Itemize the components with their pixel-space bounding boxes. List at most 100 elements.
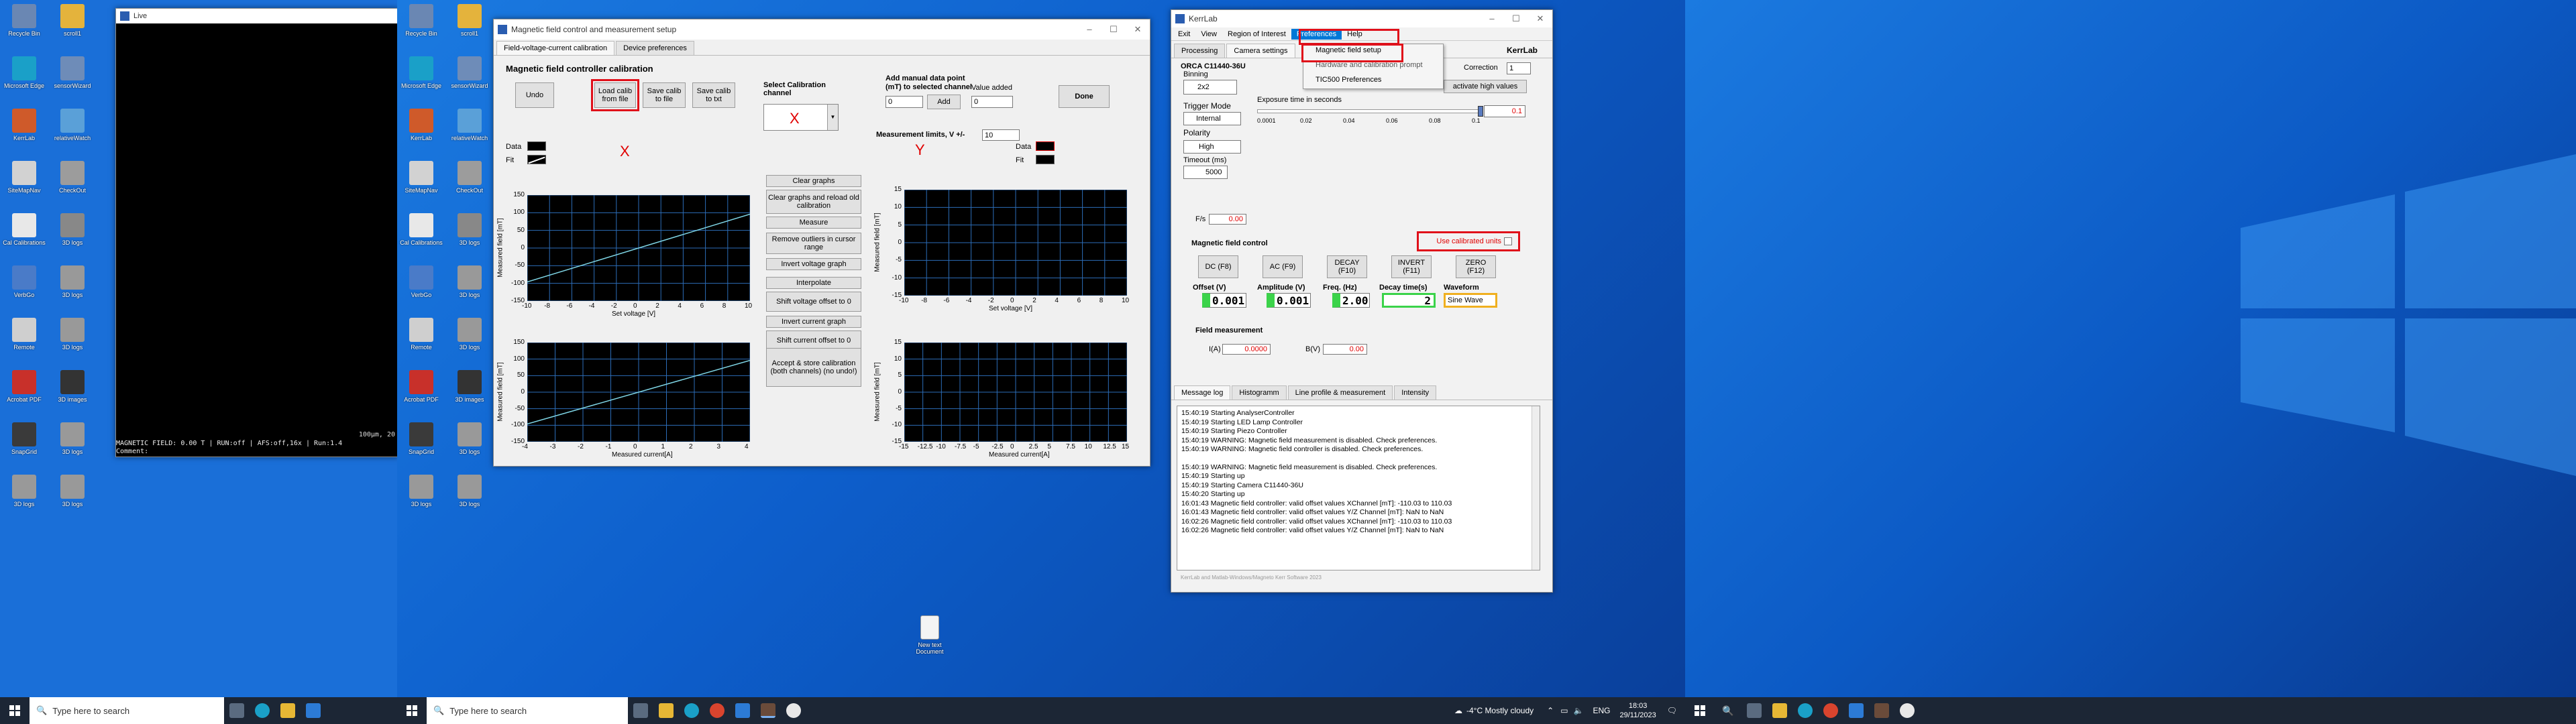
plot-yv[interactable]: [904, 190, 1127, 296]
exposure-slider[interactable]: [1257, 106, 1483, 117]
log-scrollbar[interactable]: [1532, 406, 1540, 570]
plot-yc[interactable]: [904, 343, 1127, 442]
calib-action-button[interactable]: Accept & store calibration (both channel…: [766, 348, 861, 387]
field-mode-button[interactable]: AC (F9): [1263, 255, 1303, 278]
desktop-icon[interactable]: sensorWizard: [448, 56, 491, 89]
calibration-window[interactable]: Magnetic field control and measurement s…: [493, 19, 1150, 467]
desktop-icon[interactable]: Acrobat PDF: [400, 370, 443, 403]
tab-calibration[interactable]: Field-voltage-current calibration: [496, 41, 615, 55]
menu-view[interactable]: View: [1195, 29, 1222, 40]
tab-camera-settings[interactable]: Camera settings: [1226, 44, 1295, 58]
tray-chevron-icon[interactable]: ⌃: [1547, 706, 1554, 715]
desktop-icon[interactable]: Recycle Bin: [3, 4, 46, 37]
desktop-icon[interactable]: KerrLab: [400, 109, 443, 141]
polarity-select[interactable]: High: [1183, 140, 1241, 154]
desktop-icon[interactable]: scroll1: [448, 4, 491, 37]
tab-line-profile[interactable]: Line profile & measurement: [1287, 385, 1393, 400]
tab-processing[interactable]: Processing: [1174, 44, 1226, 58]
search-box[interactable]: 🔍 Type here to search: [30, 697, 224, 724]
tab-device-preferences[interactable]: Device preferences: [616, 41, 694, 55]
volume-icon[interactable]: 🔈: [1574, 706, 1584, 715]
amplitude-input[interactable]: 0.001: [1267, 293, 1311, 308]
desktop-icon[interactable]: relativeWatch: [51, 109, 94, 141]
correction-input[interactable]: 1: [1507, 62, 1531, 74]
exposure-slider-handle[interactable]: [1478, 106, 1483, 117]
maximize-icon[interactable]: ☐: [1102, 24, 1126, 35]
file-explorer-icon[interactable]: [1772, 703, 1787, 718]
add-button[interactable]: Add: [927, 95, 961, 109]
edge-icon[interactable]: [684, 703, 699, 718]
mail-icon[interactable]: [1849, 703, 1864, 718]
start-button[interactable]: [397, 697, 427, 724]
calib-action-button[interactable]: Invert current graph: [766, 316, 861, 328]
tab-intensity[interactable]: Intensity: [1394, 385, 1437, 400]
chrome-icon[interactable]: [1823, 703, 1838, 718]
done-button[interactable]: Done: [1059, 85, 1110, 108]
undo-button[interactable]: Undo: [515, 82, 554, 108]
kerrlab-task-icon[interactable]: [761, 703, 775, 718]
weather-text[interactable]: -4°C Mostly cloudy: [1466, 706, 1534, 715]
measurement-limits-input[interactable]: 10: [982, 129, 1020, 141]
desktop-icon[interactable]: Microsoft Edge: [400, 56, 443, 89]
calib-action-button[interactable]: Invert voltage graph: [766, 258, 861, 270]
labview-task-icon[interactable]: [1900, 703, 1915, 718]
desktop-icon[interactable]: Recycle Bin: [400, 4, 443, 37]
desktop-icon[interactable]: 3D logs: [51, 422, 94, 455]
mail-icon[interactable]: [735, 703, 750, 718]
activate-high-button[interactable]: activate high values: [1444, 80, 1527, 93]
desktop-icon[interactable]: KerrLab: [3, 109, 46, 141]
calib-action-button[interactable]: Measure: [766, 217, 861, 229]
desktop-icon[interactable]: VerbGo: [3, 265, 46, 298]
desktop-icon[interactable]: Cal Calibrations: [400, 213, 443, 246]
calib-action-button[interactable]: Remove outliers in cursor range: [766, 233, 861, 254]
close-icon[interactable]: ✕: [1126, 24, 1150, 35]
desktop-icon[interactable]: 3D logs: [51, 318, 94, 351]
calib-action-button[interactable]: Clear graphs: [766, 175, 861, 187]
notification-icon[interactable]: 🗨: [1667, 706, 1677, 715]
dropdown-tic500[interactable]: TIC500 Preferences: [1303, 74, 1443, 88]
minimize-icon[interactable]: –: [1077, 24, 1102, 35]
desktop-icon[interactable]: 3D images: [448, 370, 491, 403]
desktop-icon[interactable]: SiteMapNav: [3, 161, 46, 194]
save-calib-txt-button[interactable]: Save calib to txt: [692, 82, 735, 108]
calib-action-button[interactable]: Interpolate: [766, 277, 861, 289]
chrome-icon[interactable]: [710, 703, 724, 718]
desktop-icon[interactable]: Remote: [400, 318, 443, 351]
menu-roi[interactable]: Region of Interest: [1222, 29, 1291, 40]
file-explorer-icon[interactable]: [280, 703, 295, 718]
desktop-icon[interactable]: 3D logs: [448, 422, 491, 455]
field-mode-button[interactable]: ZERO (F12): [1456, 255, 1496, 278]
desktop-icon[interactable]: scroll1: [51, 4, 94, 37]
desktop-icon[interactable]: 3D logs: [3, 475, 46, 507]
desktop-icon[interactable]: 3D images: [51, 370, 94, 403]
field-mode-button[interactable]: INVERT (F11): [1391, 255, 1432, 278]
desktop-icon[interactable]: Remote: [3, 318, 46, 351]
desktop-icon[interactable]: sensorWizard: [51, 56, 94, 89]
task-view-icon[interactable]: [633, 703, 648, 718]
calib-action-button[interactable]: Clear graphs and reload old calibration: [766, 190, 861, 214]
calib-action-button[interactable]: Shift voltage offset to 0: [766, 292, 861, 312]
desktop-icon[interactable]: relativeWatch: [448, 109, 491, 141]
desktop-icon[interactable]: CheckOut: [51, 161, 94, 194]
live-window[interactable]: Live 100µm, 20 MAGNETIC FIELD: 0.00 T | …: [115, 8, 397, 457]
close-icon[interactable]: ✕: [1528, 13, 1552, 24]
field-mode-button[interactable]: DC (F8): [1198, 255, 1238, 278]
desktop-icon[interactable]: CheckOut: [448, 161, 491, 194]
maximize-icon[interactable]: ☐: [1504, 13, 1528, 24]
tab-histogram[interactable]: Histogramm: [1232, 385, 1287, 400]
desktop-icon-new-text[interactable]: New text Document: [908, 615, 951, 655]
freq-input[interactable]: 2.00: [1332, 293, 1370, 308]
desktop-icon[interactable]: Microsoft Edge: [3, 56, 46, 89]
desktop-icon[interactable]: 3D logs: [51, 213, 94, 246]
edge-icon[interactable]: [255, 703, 270, 718]
mail-icon[interactable]: [306, 703, 321, 718]
desktop-icon[interactable]: 3D logs: [51, 475, 94, 507]
desktop-icon[interactable]: SiteMapNav: [400, 161, 443, 194]
desktop-icon[interactable]: Cal Calibrations: [3, 213, 46, 246]
search-box[interactable]: 🔍 Type here to search: [427, 697, 628, 724]
desktop-icon[interactable]: 3D logs: [448, 265, 491, 298]
save-calib-file-button[interactable]: Save calib to file: [643, 82, 686, 108]
desktop-icon[interactable]: VerbGo: [400, 265, 443, 298]
plot-xv[interactable]: [527, 195, 750, 301]
waveform-select[interactable]: Sine Wave: [1444, 293, 1497, 308]
